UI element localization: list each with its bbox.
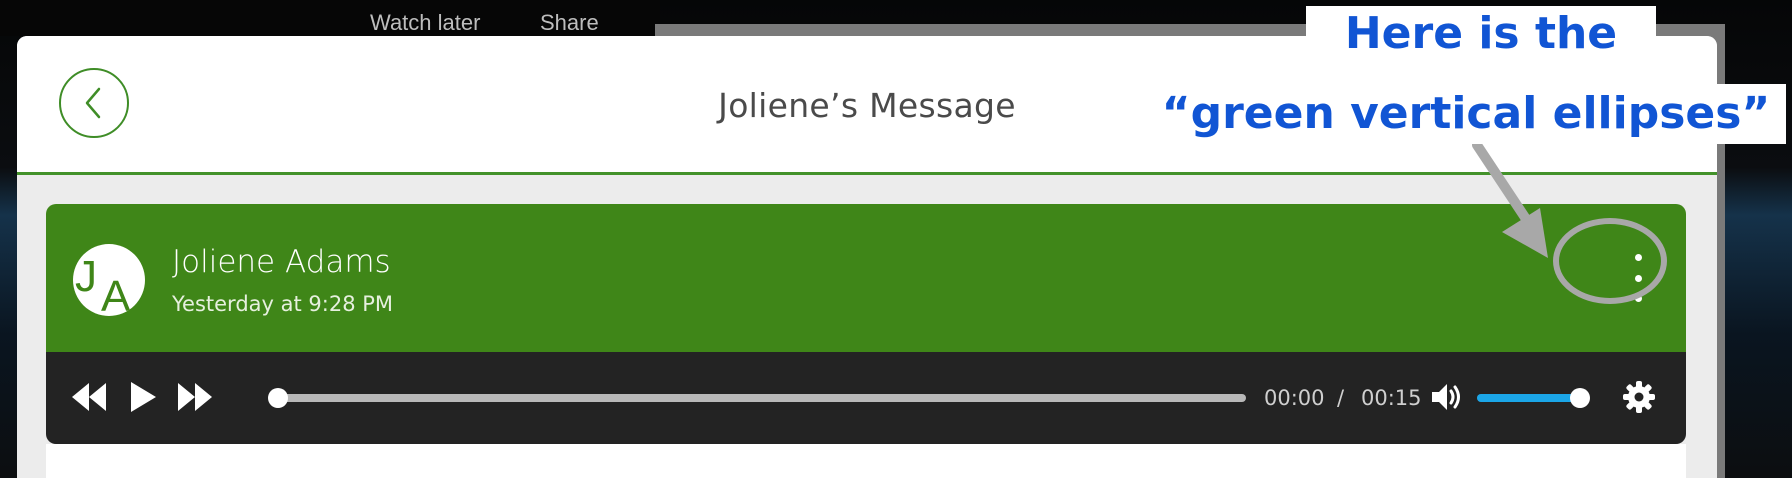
share-link: Share — [540, 10, 599, 35]
audio-player: 00:00 / 00:15 — [46, 352, 1686, 444]
settings-gear-icon[interactable] — [1622, 380, 1656, 414]
annotation-text-line1: Here is the — [1306, 6, 1656, 62]
play-icon[interactable] — [128, 380, 158, 414]
message-timestamp: Yesterday at 9:28 PM — [172, 292, 394, 316]
sender-name: Joliene Adams — [172, 244, 391, 280]
watch-later-link: Watch later — [370, 10, 481, 35]
avatar: J A — [73, 244, 145, 316]
avatar-initial-first: J — [75, 252, 97, 301]
progress-slider[interactable] — [268, 388, 1246, 408]
avatar-initial-last: A — [101, 272, 131, 316]
highlight-ellipse — [1553, 218, 1667, 304]
volume-icon[interactable] — [1430, 380, 1464, 414]
background-video-actions: Watch later Share — [0, 0, 660, 36]
time-separator: / — [1337, 386, 1345, 410]
rewind-icon[interactable] — [70, 380, 108, 414]
annotation-text-line2: “green vertical ellipses” — [1146, 84, 1786, 144]
fast-forward-icon[interactable] — [176, 380, 214, 414]
volume-slider[interactable] — [1477, 388, 1590, 408]
volume-handle[interactable] — [1569, 388, 1590, 408]
total-time: 00:15 — [1361, 386, 1422, 410]
volume-level — [1477, 394, 1580, 402]
progress-handle[interactable] — [268, 388, 288, 408]
message-card: J A Joliene Adams Yesterday at 9:28 PM — [46, 204, 1686, 352]
message-body — [46, 444, 1686, 478]
current-time: 00:00 — [1264, 386, 1325, 410]
